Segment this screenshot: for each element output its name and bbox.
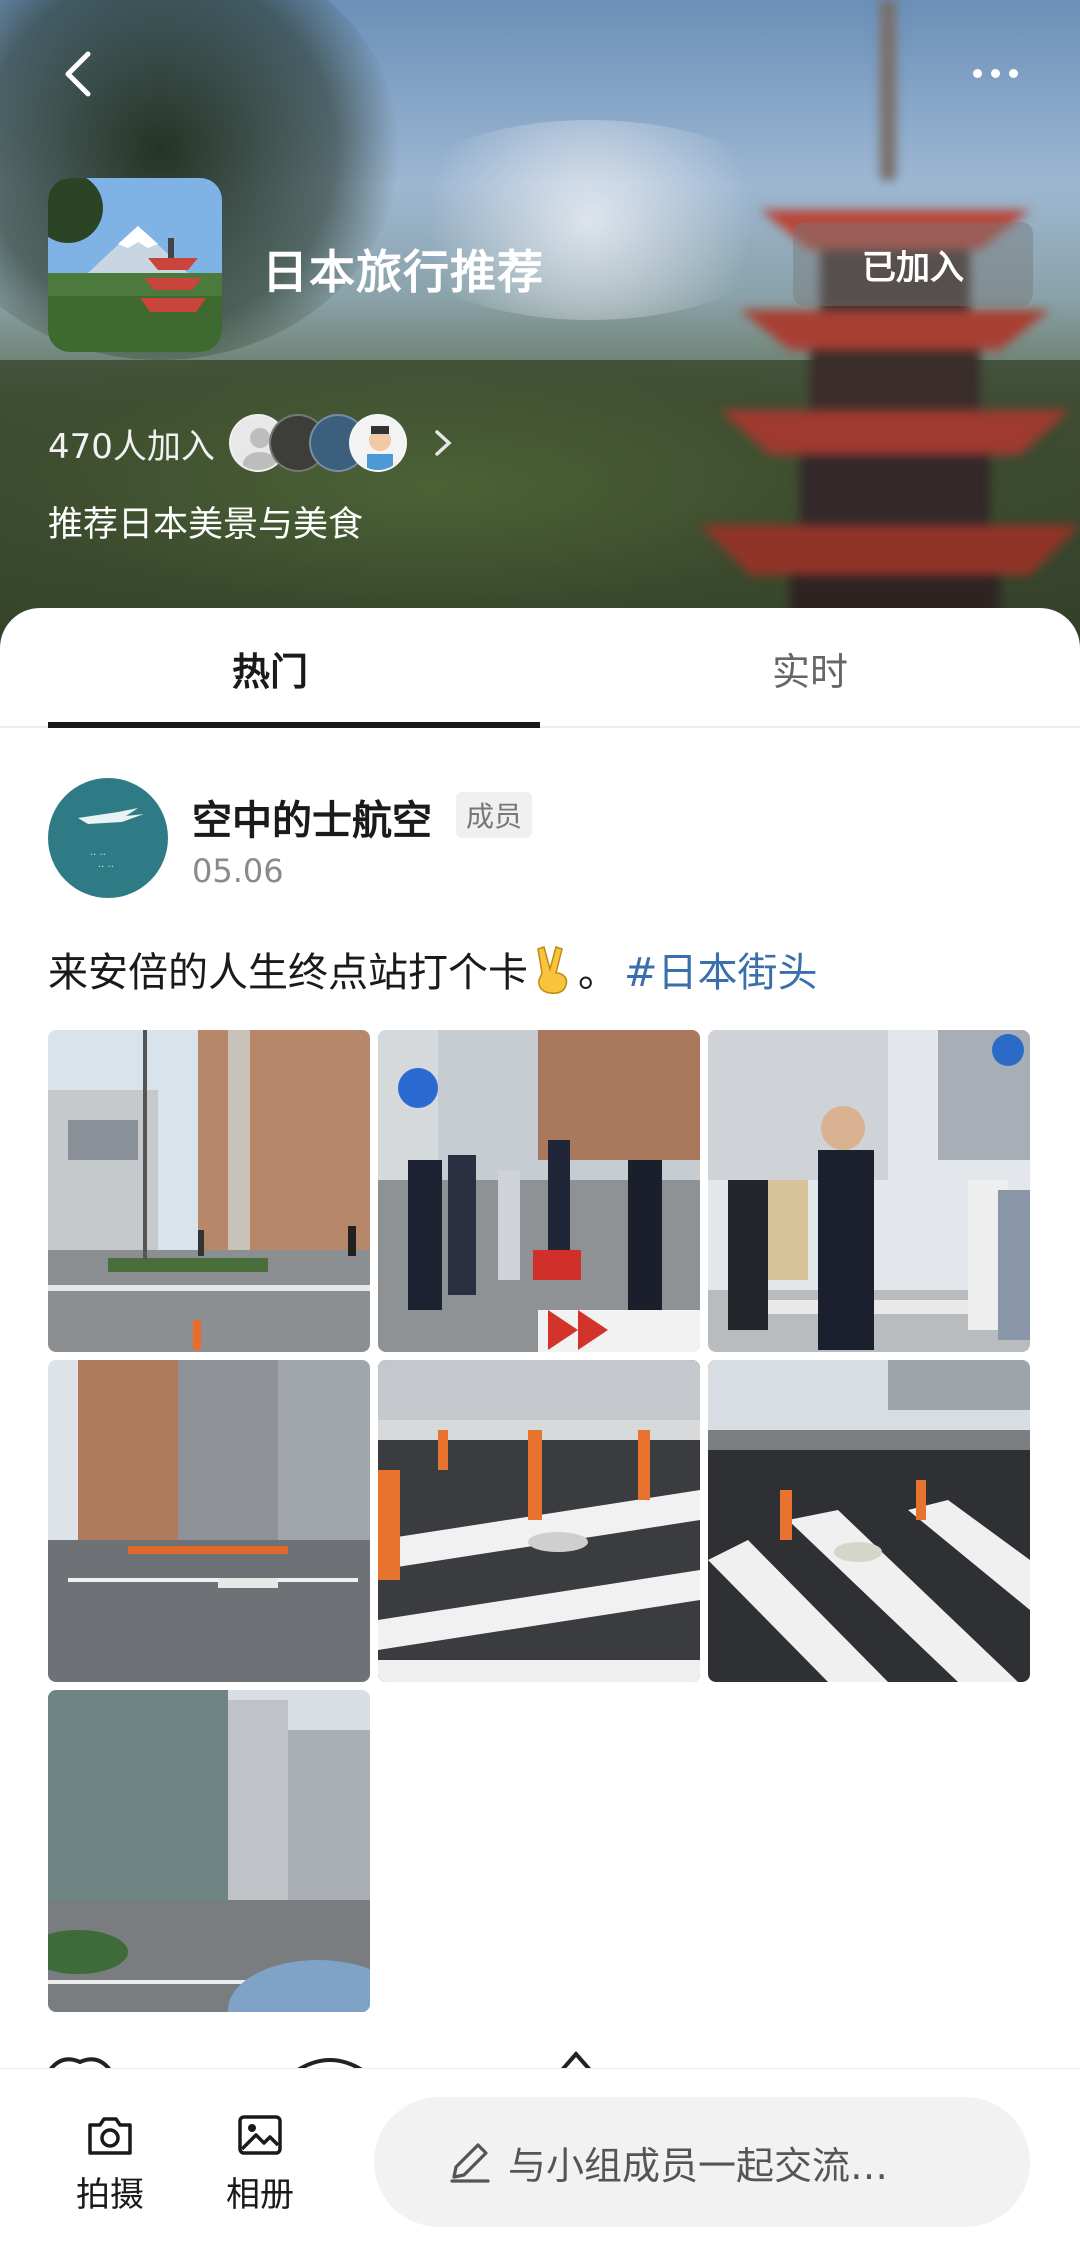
author-name[interactable]: 空中的士航空 <box>192 788 432 846</box>
post-photo[interactable] <box>48 1030 370 1352</box>
chevron-left-icon <box>65 51 91 97</box>
member-badge: 成员 <box>456 792 533 838</box>
group-avatar[interactable] <box>48 178 222 352</box>
post-text: 来安倍的人生终点站打个卡 。 #日本街头 <box>48 940 818 998</box>
group-title: 日本旅行推荐 <box>262 245 544 299</box>
group-description: 推荐日本美景与美食 <box>48 505 364 545</box>
post-photo[interactable] <box>378 1030 700 1352</box>
svg-text:·· ··: ·· ·· <box>90 850 106 861</box>
chevron-right-icon <box>435 430 452 456</box>
post-actions-peek <box>48 2050 592 2070</box>
dot-icon <box>990 68 1000 78</box>
more-options-button[interactable] <box>960 48 1030 98</box>
post-photo[interactable] <box>708 1360 1030 1682</box>
compose-placeholder: 与小组成员一起交流… <box>508 2143 889 2188</box>
joined-button[interactable]: 已加入 <box>793 222 1033 306</box>
back-button[interactable] <box>50 44 110 104</box>
bottom-bar: 拍摄 相册 与小组成员一起交流… <box>0 2068 1080 2259</box>
tab-hot[interactable]: 热门 <box>0 608 540 728</box>
post-photo[interactable] <box>378 1360 700 1682</box>
camera-icon <box>88 2117 132 2155</box>
svg-text:·· ··: ·· ·· <box>98 862 114 873</box>
camera-label: 拍摄 <box>76 2175 144 2215</box>
post-photo[interactable] <box>48 1360 370 1682</box>
avatar <box>348 414 407 472</box>
pencil-icon <box>450 2143 490 2183</box>
compose-input[interactable]: 与小组成员一起交流… <box>374 2097 1030 2227</box>
member-avatars <box>228 414 407 472</box>
tab-realtime[interactable]: 实时 <box>540 608 1080 728</box>
post-photo[interactable] <box>708 1030 1030 1352</box>
victory-hand-icon <box>537 946 568 994</box>
post-punctuation: 。 <box>578 950 618 996</box>
post-photo[interactable] <box>48 1690 370 2012</box>
album-label: 相册 <box>226 2175 294 2215</box>
image-icon <box>238 2115 282 2155</box>
camera-button[interactable]: 拍摄 <box>50 2109 170 2229</box>
feed-sheet: 热门 实时 ·· ·· ·· ·· 空中的士航空 成员 05.06 来安倍的人生… <box>0 608 1080 2068</box>
dot-icon <box>1008 68 1018 78</box>
tab-bar: 热门 实时 <box>0 608 1080 728</box>
members-row[interactable]: 470人加入 <box>48 414 455 472</box>
dot-icon <box>972 68 982 78</box>
group-header-banner: 日本旅行推荐 已加入 470人加入 推荐日本美景与美食 <box>0 0 1080 660</box>
album-button[interactable]: 相册 <box>200 2109 320 2229</box>
author-avatar[interactable]: ·· ·· ·· ·· <box>48 778 168 898</box>
post-body: 来安倍的人生终点站打个卡 <box>48 950 528 996</box>
hashtag-link[interactable]: #日本街头 <box>624 940 818 998</box>
tab-indicator <box>48 722 540 728</box>
members-count: 470人加入 <box>48 426 215 467</box>
fuji-pagoda-thumbnail <box>48 178 222 352</box>
post-date: 05.06 <box>192 852 284 890</box>
